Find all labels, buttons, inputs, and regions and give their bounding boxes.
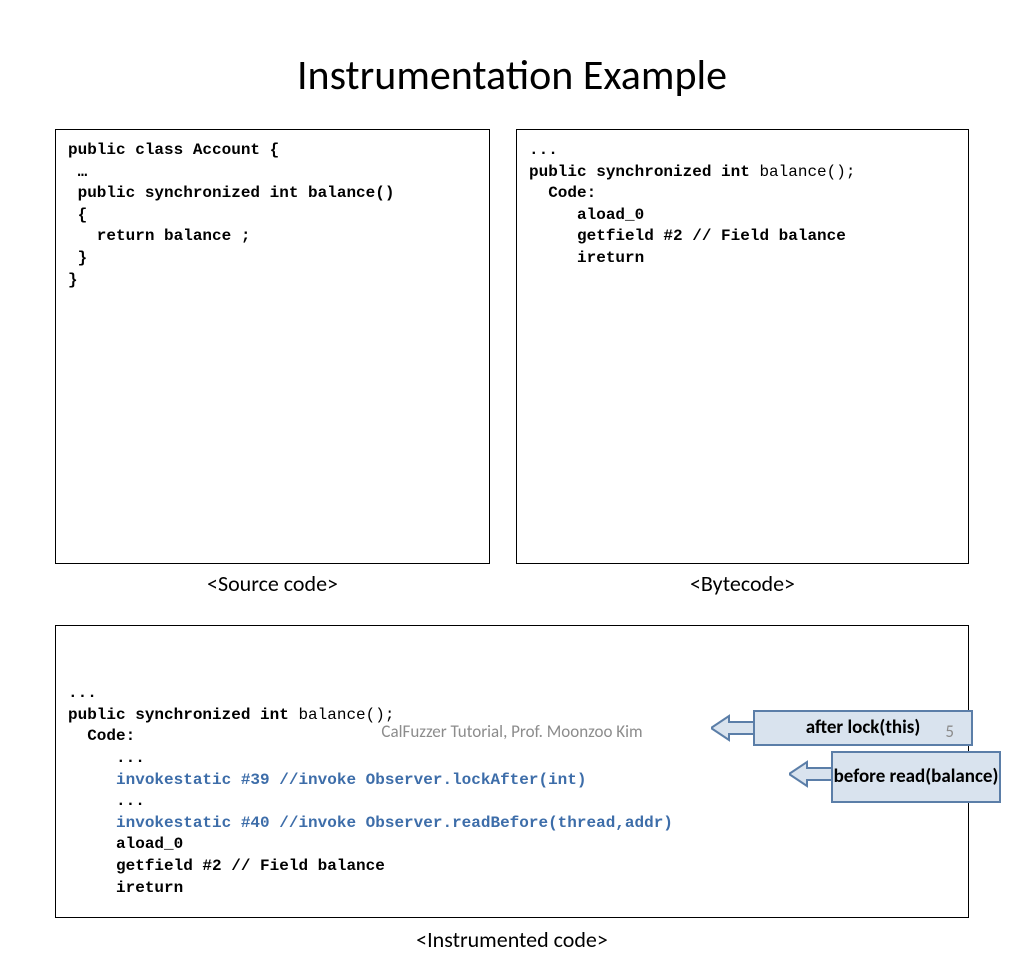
bytecode-box: ...public synchronized int balance(); Co… [516, 129, 969, 564]
footer-text: CalFuzzer Tutorial, Prof. Moonzoo Kim [0, 721, 1024, 742]
source-code-box: public class Account { … public synchron… [55, 129, 490, 564]
callout-before-read: before read(balance) [831, 751, 1001, 803]
bytecode-col: ...public synchronized int balance(); Co… [516, 129, 969, 597]
arrow-icon [789, 759, 837, 789]
source-label: <Source code> [55, 570, 490, 597]
source-col: public class Account { … public synchron… [55, 129, 490, 597]
instrumented-area: ...public synchronized int balance(); Co… [55, 625, 969, 953]
top-row: public class Account { … public synchron… [55, 129, 969, 597]
slide-title: Instrumentation Example [55, 50, 969, 101]
bytecode-label: <Bytecode> [516, 570, 969, 597]
callout-text: before read(balance) [834, 767, 999, 788]
slide: Instrumentation Example public class Acc… [0, 0, 1024, 768]
page-number: 5 [945, 721, 954, 742]
instrumented-label: <Instrumented code> [55, 926, 969, 953]
